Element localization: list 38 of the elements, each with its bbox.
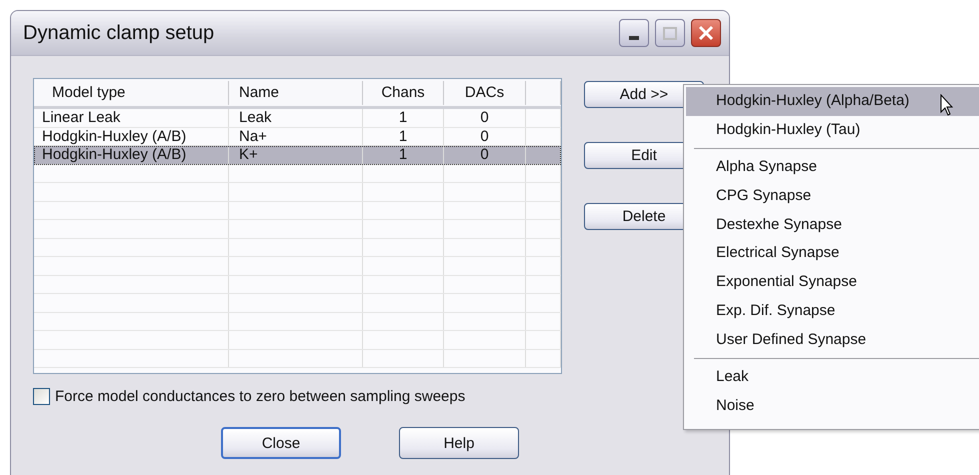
minimize-button[interactable] xyxy=(619,19,649,47)
checkbox[interactable] xyxy=(33,388,50,405)
column-header[interactable]: Name xyxy=(229,80,363,104)
table-cell: 1 xyxy=(363,146,444,164)
table-cell: 0 xyxy=(444,109,526,126)
menu-item[interactable]: Leak xyxy=(686,363,979,392)
close-button[interactable] xyxy=(691,19,721,47)
minimize-icon xyxy=(629,36,639,40)
column-header[interactable]: DACs xyxy=(444,80,526,104)
cursor-icon xyxy=(940,94,954,116)
table-cell: Hodgkin-Huxley (A/B) xyxy=(34,128,229,145)
window-title: Dynamic clamp setup xyxy=(23,22,214,44)
menu-item[interactable]: User Defined Synapse xyxy=(686,326,979,354)
table-cell: 1 xyxy=(363,109,444,126)
menu-item[interactable]: Noise xyxy=(686,392,979,421)
close-icon xyxy=(698,25,714,41)
table-row[interactable]: Hodgkin-Huxley (A/B) K+ 1 0 xyxy=(34,146,561,164)
dialog-button[interactable]: Help xyxy=(399,427,519,459)
menu-item[interactable]: Hodgkin-Huxley (Alpha/Beta) xyxy=(686,87,979,116)
maximize-button[interactable] xyxy=(655,19,685,47)
menu-item[interactable]: Exp. Dif. Synapse xyxy=(686,296,979,326)
table-cell: Leak xyxy=(229,109,363,126)
table-cell: 0 xyxy=(444,128,526,145)
table-cell: Na+ xyxy=(229,128,363,145)
table-cell: Hodgkin-Huxley (A/B) xyxy=(34,146,229,164)
dialog-button[interactable]: Close xyxy=(221,427,341,459)
menu-item[interactable]: Electrical Synapse xyxy=(686,239,979,268)
table-row[interactable]: Linear Leak Leak 1 0 xyxy=(34,109,561,128)
column-header[interactable]: Chans xyxy=(363,80,444,104)
maximize-icon xyxy=(663,26,677,40)
column-header[interactable]: Model type xyxy=(34,80,229,104)
table-cell: 1 xyxy=(363,128,444,145)
table-cell: 0 xyxy=(444,146,526,164)
menu-item[interactable]: Exponential Synapse xyxy=(686,268,979,297)
table-cell: K+ xyxy=(229,146,363,164)
table-cell: Linear Leak xyxy=(34,109,229,126)
menu-item[interactable]: Hodgkin-Huxley (Tau) xyxy=(686,116,979,144)
checkbox-label[interactable]: Force model conductances to zero between sampling sweeps xyxy=(55,388,466,405)
